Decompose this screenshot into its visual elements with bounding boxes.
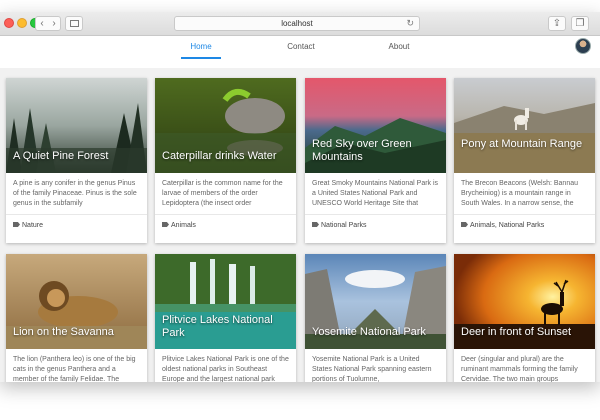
card-tag-text[interactable]: Animals, National Parks xyxy=(470,222,544,229)
card-description: Caterpillar is the common name for the l… xyxy=(162,180,283,207)
sidebar-icon xyxy=(69,20,79,27)
card-divider xyxy=(6,214,147,215)
card-pony[interactable]: Pony at Mountain Range The Brecon Beacon… xyxy=(454,78,595,243)
card-yosemite[interactable]: Yosemite National Park Yosemite National… xyxy=(305,254,446,382)
share-icon: ⇪ xyxy=(552,18,562,29)
card-description: The lion (Panthera leo) is one of the bi… xyxy=(13,356,136,382)
card-tags: Nature xyxy=(13,222,43,229)
history-nav: ‹ › xyxy=(35,16,61,31)
browser-window: ‹ › localhost ↻ ⇪ ❐ Home Contact About A… xyxy=(0,12,600,382)
card-description: Yosemite National Park is a United State… xyxy=(312,356,432,382)
card-divider xyxy=(305,214,446,215)
card-plitvice[interactable]: Plitvice Lakes National Park Plitvice La… xyxy=(155,254,296,382)
card-pine-forest[interactable]: A Quiet Pine Forest A pine is any conife… xyxy=(6,78,147,243)
card-tags: Animals, National Parks xyxy=(461,222,544,229)
card-description: Great Smoky Mountains National Park is a… xyxy=(312,180,439,207)
address-bar[interactable]: localhost ↻ xyxy=(174,16,420,31)
title-bar: ‹ › localhost ↻ ⇪ ❐ xyxy=(0,12,600,36)
minimize-window-button[interactable] xyxy=(17,18,27,28)
card-lion[interactable]: Lion on the Savanna The lion (Panthera l… xyxy=(6,254,147,382)
tag-icon xyxy=(312,222,319,227)
tag-icon xyxy=(13,222,20,227)
tabs-overview-button[interactable]: ❐ xyxy=(571,16,589,31)
sidebar-toggle-button[interactable] xyxy=(65,16,83,31)
card-tag-text[interactable]: Animals xyxy=(171,222,196,229)
card-description: Deer (singular and plural) are the rumin… xyxy=(461,356,578,382)
close-window-button[interactable] xyxy=(4,18,14,28)
nav-home-link[interactable]: Home xyxy=(171,36,231,71)
card-tags: National Parks xyxy=(312,222,367,229)
tag-icon xyxy=(461,222,468,227)
site-navbar: Home Contact About xyxy=(0,36,600,72)
tag-icon xyxy=(162,222,169,227)
card-tag-text[interactable]: National Parks xyxy=(321,222,367,229)
card-red-sky[interactable]: Red Sky over Green Mountains Great Smoky… xyxy=(305,78,446,243)
back-icon[interactable]: ‹ xyxy=(36,17,48,30)
card-deer[interactable]: Deer in front of Sunset Deer (singular a… xyxy=(454,254,595,382)
card-grid: A Quiet Pine Forest A pine is any conife… xyxy=(0,68,600,382)
card-divider xyxy=(155,214,296,215)
share-button[interactable]: ⇪ xyxy=(548,16,566,31)
card-description: The Brecon Beacons (Welsh: Bannau Bryche… xyxy=(461,180,578,207)
card-divider xyxy=(454,214,595,215)
forward-icon[interactable]: › xyxy=(48,17,60,30)
card-description: Plitvice Lakes National Park is one of t… xyxy=(162,356,289,382)
card-description: A pine is any conifer in the genus Pinus… xyxy=(13,180,137,207)
url-text: localhost xyxy=(281,19,313,28)
card-tags: Animals xyxy=(162,222,196,229)
avatar[interactable] xyxy=(575,38,591,54)
tabs-icon: ❐ xyxy=(575,18,585,29)
card-tag-text[interactable]: Nature xyxy=(22,222,43,229)
reload-icon[interactable]: ↻ xyxy=(406,17,414,30)
nav-about-link[interactable]: About xyxy=(369,36,429,71)
nav-contact-link[interactable]: Contact xyxy=(271,36,331,71)
card-caterpillar[interactable]: Caterpillar drinks Water Caterpillar is … xyxy=(155,78,296,243)
